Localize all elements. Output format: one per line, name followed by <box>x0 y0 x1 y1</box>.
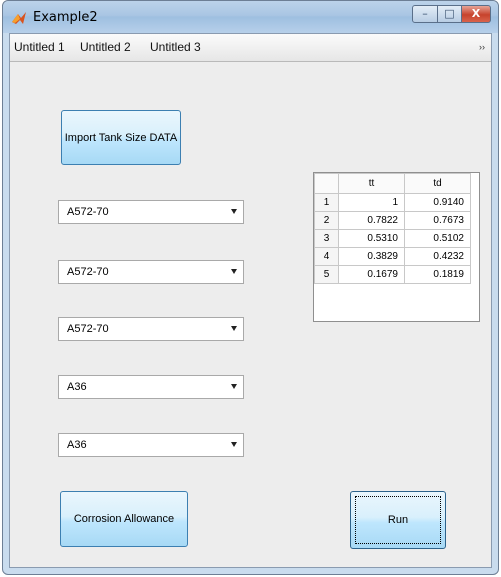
cell-tt[interactable]: 0.1679 <box>338 265 405 284</box>
cell-tt[interactable]: 0.5310 <box>338 229 405 248</box>
cell-td[interactable]: 0.5102 <box>404 229 471 248</box>
material-dropdown-1[interactable]: A572-70 <box>58 200 244 224</box>
table-corner <box>314 173 339 194</box>
cell-td[interactable]: 0.9140 <box>404 193 471 212</box>
material-dropdown-2[interactable]: A572-70 <box>58 260 244 284</box>
dropdown-value: A572-70 <box>67 323 109 335</box>
toolbar-item-untitled-3[interactable]: Untitled 3 <box>150 40 201 54</box>
cell-td[interactable]: 0.7673 <box>404 211 471 230</box>
run-button[interactable]: Run <box>350 491 446 549</box>
row-header[interactable]: 2 <box>314 211 339 230</box>
chevron-down-icon <box>231 442 237 447</box>
title-bar[interactable]: Example2 – □ X <box>3 1 498 33</box>
column-header-td[interactable]: td <box>404 173 471 194</box>
window-title: Example2 <box>33 10 98 25</box>
chevron-down-icon <box>231 384 237 389</box>
dropdown-value: A572-70 <box>67 266 109 278</box>
matlab-logo-icon <box>12 12 26 24</box>
cell-td[interactable]: 0.4232 <box>404 247 471 266</box>
material-dropdown-3[interactable]: A572-70 <box>58 317 244 341</box>
table-header-row: tt td <box>314 173 471 194</box>
focus-ring <box>355 496 441 544</box>
table-row: 4 0.3829 0.4232 <box>314 247 471 266</box>
material-dropdown-4[interactable]: A36 <box>58 375 244 399</box>
chevron-down-icon <box>231 209 237 214</box>
corrosion-button-label: Corrosion Allowance <box>73 513 175 525</box>
material-dropdown-5[interactable]: A36 <box>58 433 244 457</box>
dropdown-value: A36 <box>67 439 87 451</box>
row-header[interactable]: 1 <box>314 193 339 212</box>
corrosion-allowance-button[interactable]: Corrosion Allowance <box>60 491 188 547</box>
maximize-button[interactable]: □ <box>437 5 462 23</box>
table-row: 1 1 0.9140 <box>314 193 471 212</box>
chevron-right-icon[interactable]: ›› <box>479 42 485 52</box>
import-button-label: Import Tank Size DATA <box>64 131 178 144</box>
dropdown-value: A36 <box>67 381 87 393</box>
table-row: 5 0.1679 0.1819 <box>314 265 471 284</box>
table-row: 3 0.5310 0.5102 <box>314 229 471 248</box>
cell-tt[interactable]: 0.7822 <box>338 211 405 230</box>
cell-td[interactable]: 0.1819 <box>404 265 471 284</box>
figure-area: Untitled 1 Untitled 2 Untitled 3 ›› Impo… <box>9 33 492 568</box>
cell-tt[interactable]: 0.3829 <box>338 247 405 266</box>
minimize-button[interactable]: – <box>412 5 438 23</box>
results-table[interactable]: tt td 1 1 0.9140 2 0.7822 0.7673 3 0.531… <box>313 172 480 322</box>
row-header[interactable]: 5 <box>314 265 339 284</box>
column-header-tt[interactable]: tt <box>338 173 405 194</box>
toolbar-item-untitled-2[interactable]: Untitled 2 <box>80 40 131 54</box>
toolbar: Untitled 1 Untitled 2 Untitled 3 ›› <box>10 34 491 62</box>
import-tank-size-data-button[interactable]: Import Tank Size DATA <box>61 110 181 165</box>
chevron-down-icon <box>231 326 237 331</box>
table-row: 2 0.7822 0.7673 <box>314 211 471 230</box>
toolbar-item-untitled-1[interactable]: Untitled 1 <box>14 40 65 54</box>
row-header[interactable]: 3 <box>314 229 339 248</box>
cell-tt[interactable]: 1 <box>338 193 405 212</box>
row-header[interactable]: 4 <box>314 247 339 266</box>
dropdown-value: A572-70 <box>67 206 109 218</box>
app-window: Example2 – □ X Untitled 1 Untitled 2 Unt… <box>2 0 499 575</box>
chevron-down-icon <box>231 269 237 274</box>
close-button[interactable]: X <box>461 5 491 23</box>
